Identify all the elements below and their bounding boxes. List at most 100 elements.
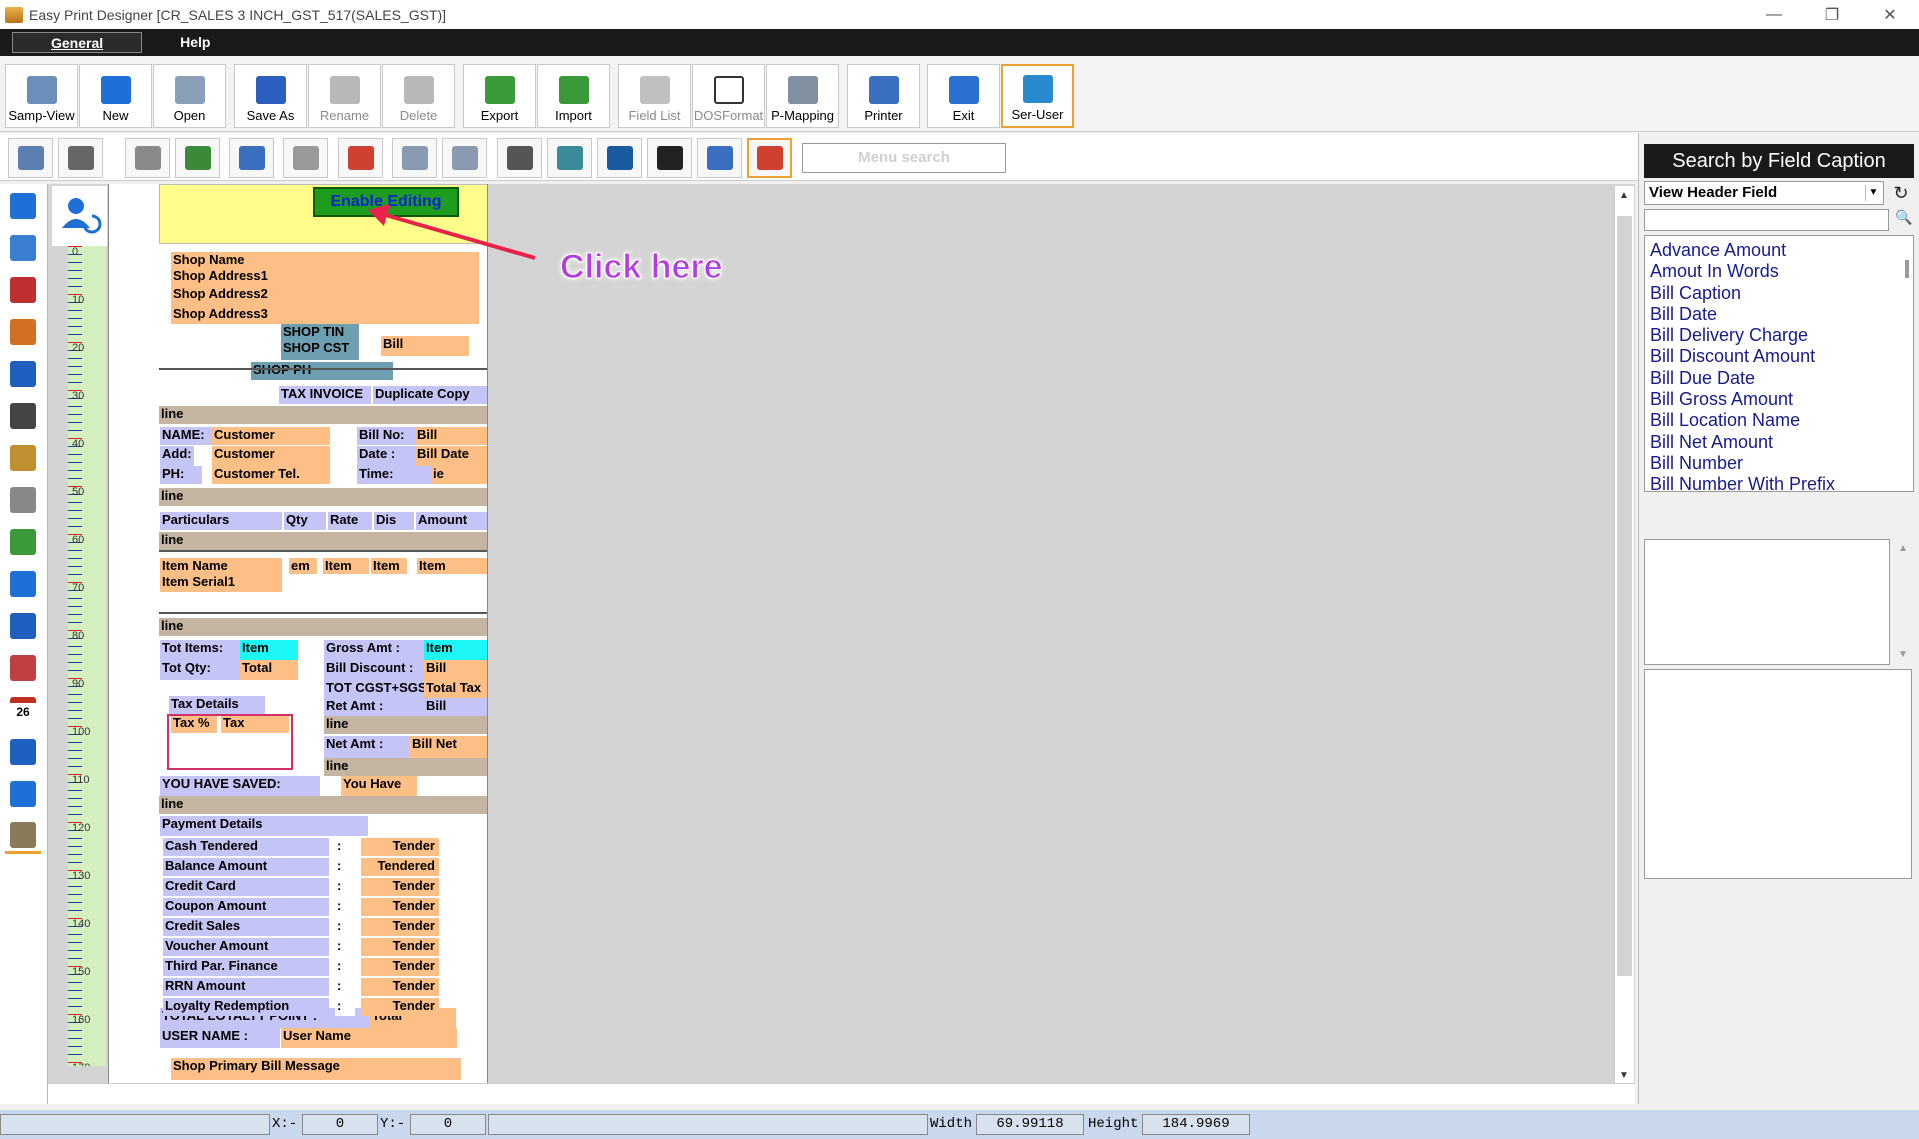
horizontal-scrollbar[interactable]: [48, 1083, 1635, 1104]
cloud-upload-button[interactable]: [392, 138, 437, 178]
field-bill[interactable]: Bill: [381, 336, 469, 356]
vertical-scrollbar[interactable]: ▲ ▼: [1614, 186, 1634, 1086]
excel-button[interactable]: [175, 138, 220, 178]
print-setup-button[interactable]: [697, 138, 742, 178]
list-item[interactable]: Bill Location Name: [1650, 410, 1913, 431]
globe-button[interactable]: [597, 138, 642, 178]
doc-list-tool[interactable]: [5, 608, 41, 644]
menu-help[interactable]: Help: [142, 32, 248, 53]
field-tot-qty-l[interactable]: Tot Qty:: [160, 660, 240, 680]
note-tool[interactable]: [5, 482, 41, 518]
pen-tool[interactable]: [5, 272, 41, 308]
payment-label[interactable]: Loyalty Redemption: [163, 998, 329, 1016]
payment-value[interactable]: Tendered: [361, 858, 439, 876]
field-net-l[interactable]: Net Amt :: [324, 736, 410, 758]
close-button[interactable]: ✕: [1861, 0, 1919, 29]
field-line[interactable]: line: [159, 406, 487, 424]
payment-label[interactable]: Voucher Amount: [163, 938, 329, 956]
scroll-thumb[interactable]: [1617, 216, 1632, 976]
payment-label[interactable]: Coupon Amount: [163, 898, 329, 916]
field-qty[interactable]: Qty: [284, 512, 326, 530]
field-user-l[interactable]: USER NAME :: [160, 1028, 280, 1048]
numbered-list-tool[interactable]: [5, 566, 41, 602]
list-item[interactable]: Amout In Words: [1650, 261, 1913, 282]
payment-value[interactable]: Tender: [361, 938, 439, 956]
field-tot-items-v[interactable]: Item: [240, 640, 298, 660]
payment-label[interactable]: Credit Card: [163, 878, 329, 896]
field-amount[interactable]: Amount: [416, 512, 487, 530]
scroll-up-icon[interactable]: ▲: [1619, 190, 1629, 201]
list-item[interactable]: Bill Date: [1650, 304, 1913, 325]
payment-label[interactable]: Cash Tendered: [163, 838, 329, 856]
delete-button[interactable]: Delete: [382, 64, 455, 128]
list-scroll-thumb[interactable]: [1905, 260, 1909, 278]
field-payment[interactable]: Payment Details: [160, 816, 368, 836]
field-tin[interactable]: SHOP TIN: [281, 324, 359, 340]
payment-label[interactable]: Balance Amount: [163, 858, 329, 876]
field-line[interactable]: line: [159, 488, 487, 506]
list-item[interactable]: Bill Due Date: [1650, 368, 1913, 389]
restore-button[interactable]: ❐: [1803, 0, 1861, 29]
field-date-l[interactable]: Date :: [357, 446, 415, 466]
export-button[interactable]: Export: [463, 64, 536, 128]
field-billno-v[interactable]: Bill: [415, 427, 487, 445]
field-name-l[interactable]: NAME:: [160, 427, 212, 445]
field-item3[interactable]: Item: [417, 558, 487, 574]
payment-value[interactable]: Tender: [361, 838, 439, 856]
rename-button[interactable]: Rename: [308, 64, 381, 128]
list-item[interactable]: Bill Number: [1650, 453, 1913, 474]
field-item2[interactable]: Item: [371, 558, 407, 574]
field-rate[interactable]: Rate: [328, 512, 372, 530]
list-item[interactable]: Advance Amount: [1650, 240, 1913, 261]
field-dis[interactable]: Dis: [374, 512, 414, 530]
field-addr1[interactable]: Shop Address1: [171, 268, 479, 286]
field-add-v[interactable]: Customer: [212, 446, 330, 466]
minimize-button[interactable]: —: [1745, 0, 1803, 29]
print-button[interactable]: [58, 138, 103, 178]
field-date-v[interactable]: Bill Date: [415, 446, 487, 466]
menu-search-input[interactable]: Menu search: [802, 143, 1006, 173]
menu-general[interactable]: General: [12, 32, 143, 53]
save-as-button[interactable]: Save As: [234, 64, 307, 128]
field-tax-details[interactable]: Tax Details: [169, 696, 265, 714]
design-canvas[interactable]: 0 10 20 30 40 50 60 70 80 90 100 110 120 130 140 150 160…: [48, 184, 1635, 1104]
field-primary-msg[interactable]: Shop Primary Bill Message: [171, 1058, 461, 1080]
field-tot-qty-v[interactable]: Total: [240, 660, 298, 680]
payment-value[interactable]: Tender: [361, 918, 439, 936]
payment-value[interactable]: Tender: [361, 878, 439, 896]
printer-settings-button[interactable]: [229, 138, 274, 178]
new-button[interactable]: New: [79, 64, 152, 128]
samp-view-button[interactable]: Samp-View: [5, 64, 78, 128]
field-ph-l[interactable]: PH:: [160, 466, 202, 484]
field-cst[interactable]: SHOP CST: [281, 340, 359, 360]
field-saved-l[interactable]: YOU HAVE SAVED:: [160, 776, 320, 796]
list-item[interactable]: Bill Discount Amount: [1650, 346, 1913, 367]
preview-button[interactable]: [8, 138, 53, 178]
field-search-input[interactable]: [1644, 209, 1889, 231]
calendar-tool[interactable]: 26: [5, 692, 41, 728]
field-gross-l[interactable]: Gross Amt :: [324, 640, 424, 660]
exit-button[interactable]: Exit: [927, 64, 1000, 128]
field-billno-l[interactable]: Bill No:: [357, 427, 415, 445]
page-tool[interactable]: [5, 398, 41, 434]
field-dup-copy[interactable]: Duplicate Copy: [373, 386, 487, 404]
open-button[interactable]: Open: [153, 64, 226, 128]
field-saved-v[interactable]: You Have: [341, 776, 417, 796]
payment-label[interactable]: Credit Sales: [163, 918, 329, 936]
field-line[interactable]: line: [159, 532, 487, 550]
edit-doc-tool[interactable]: [5, 440, 41, 476]
field-ret-l[interactable]: Ret Amt :: [324, 698, 424, 716]
field-tot-cgst-v[interactable]: Total Tax: [424, 680, 487, 698]
search-icon[interactable]: 🔍: [1893, 209, 1915, 231]
field-line[interactable]: line: [324, 758, 487, 776]
coins-tool[interactable]: [5, 818, 41, 854]
eraser-button[interactable]: [497, 138, 542, 178]
ser-user-button[interactable]: Ser-User: [1001, 64, 1074, 128]
print-active-button[interactable]: [747, 138, 792, 178]
field-time-l[interactable]: Time:: [357, 466, 431, 484]
field-detail-box[interactable]: [1644, 539, 1890, 665]
field-addr3[interactable]: Shop Address3: [171, 306, 479, 324]
list-item[interactable]: Bill Net Amount: [1650, 432, 1913, 453]
field-line[interactable]: line: [324, 716, 487, 734]
field-name-v[interactable]: Customer: [212, 427, 330, 445]
